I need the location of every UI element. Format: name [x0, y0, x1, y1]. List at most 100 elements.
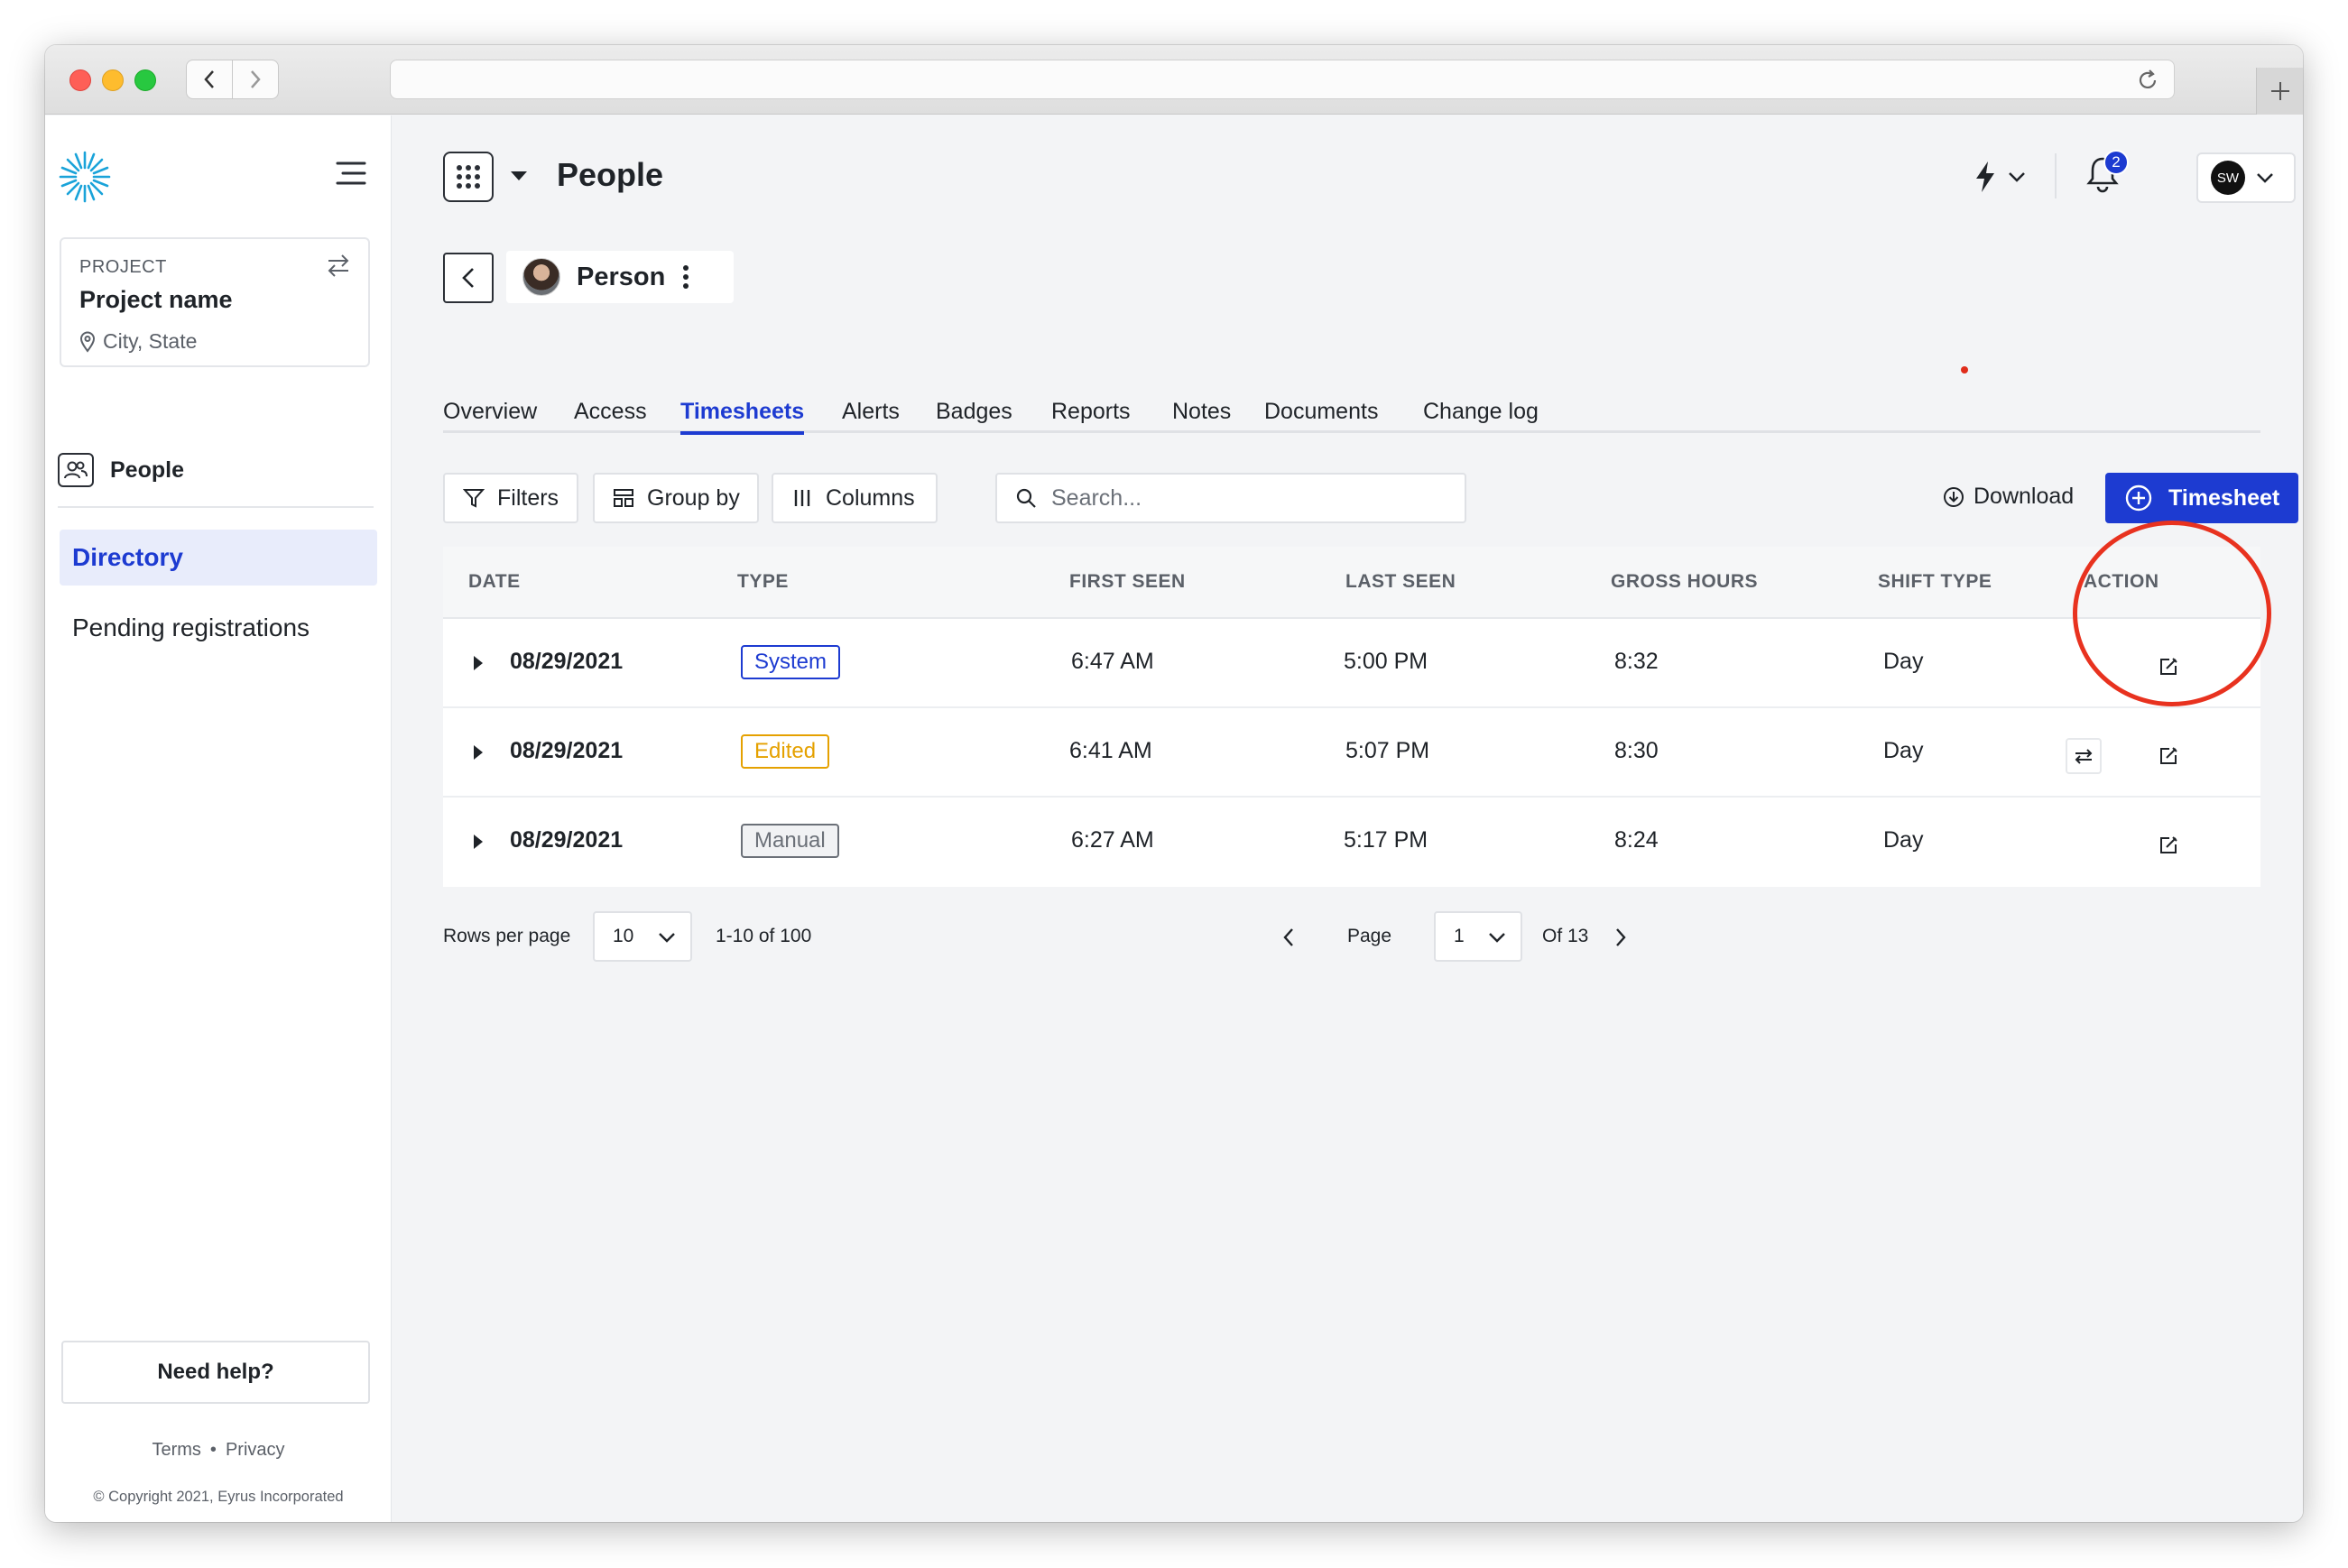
previous-page-icon[interactable] — [1282, 927, 1295, 947]
edit-icon — [2160, 836, 2177, 853]
quick-actions-button[interactable] — [1974, 161, 2026, 193]
filters-button[interactable]: Filters — [443, 473, 578, 523]
tab-alerts[interactable]: Alerts — [842, 399, 900, 425]
grid-icon — [457, 165, 480, 189]
column-header-gross-hours[interactable]: GROSS HOURS — [1611, 571, 1758, 593]
expand-row-icon[interactable] — [472, 654, 485, 672]
red-dot-marker — [1961, 366, 1968, 374]
new-tab-button[interactable] — [2256, 68, 2303, 115]
project-name: Project name — [79, 286, 233, 313]
separator-dot: • — [209, 1440, 217, 1460]
close-window-button[interactable] — [69, 69, 91, 91]
group-by-button[interactable]: Group by — [593, 473, 759, 523]
project-location: City, State — [79, 329, 197, 354]
sidebar-section-label: People — [110, 457, 184, 483]
download-button[interactable]: Download — [1943, 484, 2074, 510]
person-header: Person — [506, 251, 734, 303]
column-header-shift-type[interactable]: SHIFT TYPE — [1878, 571, 1992, 593]
search-field[interactable] — [995, 473, 1466, 523]
swap-icon[interactable] — [325, 252, 352, 279]
table-header: DATE TYPE FIRST SEEN LAST SEEN GROSS HOU… — [443, 547, 2260, 619]
edit-button[interactable] — [2150, 738, 2186, 774]
page-label: Page — [1347, 926, 1392, 946]
menu-icon[interactable] — [336, 161, 366, 186]
swap-icon — [2075, 749, 2093, 764]
add-timesheet-label: Timesheet — [2168, 484, 2280, 511]
chevron-down-icon — [2009, 172, 2025, 182]
project-card[interactable]: PROJECT Project name City, State — [60, 237, 370, 367]
add-timesheet-button[interactable]: Timesheet — [2105, 473, 2298, 523]
column-header-date[interactable]: DATE — [468, 571, 521, 593]
columns-icon — [794, 490, 810, 506]
tab-overview[interactable]: Overview — [443, 399, 537, 425]
sidebar-item-pending-registrations[interactable]: Pending registrations — [72, 613, 310, 642]
column-header-first-seen[interactable]: FIRST SEEN — [1069, 571, 1186, 593]
sidebar-divider — [58, 506, 374, 508]
column-header-last-seen[interactable]: LAST SEEN — [1345, 571, 1456, 593]
user-avatar: SW — [2211, 161, 2245, 195]
app-switcher-button[interactable] — [443, 152, 494, 202]
rows-per-page-select[interactable]: 10 — [593, 911, 692, 962]
columns-label: Columns — [826, 484, 915, 511]
zoom-window-button[interactable] — [134, 69, 156, 91]
browser-window: PROJECT Project name City, State People … — [45, 45, 2303, 1522]
table-row[interactable]: 08/29/2021 Edited 6:41 AM 5:07 PM 8:30 D… — [443, 708, 2260, 798]
page-title: People — [557, 156, 664, 193]
group-icon — [614, 489, 633, 507]
project-label: PROJECT — [79, 257, 167, 277]
location-pin-icon — [79, 331, 96, 353]
tab-timesheets[interactable]: Timesheets — [680, 399, 805, 435]
more-vertical-icon[interactable] — [681, 263, 690, 291]
cell-gross-hours: 8:24 — [1614, 827, 1659, 853]
tab-access[interactable]: Access — [574, 399, 647, 425]
table-row[interactable]: 08/29/2021 System 6:47 AM 5:00 PM 8:32 D… — [443, 619, 2260, 708]
privacy-link[interactable]: Privacy — [226, 1440, 285, 1460]
expand-row-icon[interactable] — [472, 833, 485, 851]
address-bar[interactable] — [390, 60, 2175, 99]
cell-gross-hours: 8:30 — [1614, 738, 1659, 763]
eyrus-logo-icon[interactable] — [58, 150, 112, 204]
edit-button[interactable] — [2150, 827, 2186, 863]
reload-icon[interactable] — [2136, 69, 2159, 92]
column-header-type[interactable]: TYPE — [737, 571, 789, 593]
person-name: Person — [577, 262, 666, 291]
pagination: Rows per page 10 1-10 of 100 Page 1 Of 1… — [443, 911, 2260, 962]
tab-badges[interactable]: Badges — [936, 399, 1012, 425]
rows-per-page-value: 10 — [613, 926, 634, 946]
minimize-window-button[interactable] — [102, 69, 124, 91]
total-pages: Of 13 — [1542, 926, 1589, 946]
chevron-left-icon — [204, 70, 214, 88]
terms-link[interactable]: Terms — [152, 1440, 200, 1460]
chevron-left-icon — [462, 268, 474, 288]
cell-date: 08/29/2021 — [510, 649, 624, 674]
tab-change-log[interactable]: Change log — [1423, 399, 1539, 425]
filter-icon — [463, 489, 485, 508]
person-avatar — [522, 258, 560, 296]
next-page-icon[interactable] — [1614, 927, 1627, 947]
back-button[interactable] — [443, 253, 494, 303]
columns-button[interactable]: Columns — [772, 473, 938, 523]
tab-documents[interactable]: Documents — [1264, 399, 1378, 425]
need-help-button[interactable]: Need help? — [61, 1341, 370, 1404]
table-row[interactable]: 08/29/2021 Manual 6:27 AM 5:17 PM 8:24 D… — [443, 798, 2260, 887]
expand-row-icon[interactable] — [472, 743, 485, 761]
type-badge-system: System — [741, 645, 841, 679]
browser-forward-button[interactable] — [232, 60, 279, 99]
browser-titlebar — [45, 45, 2303, 115]
tab-notes[interactable]: Notes — [1172, 399, 1231, 425]
notification-count-badge: 2 — [2103, 150, 2129, 175]
search-icon — [1016, 488, 1036, 508]
tab-reports[interactable]: Reports — [1051, 399, 1131, 425]
search-input[interactable] — [1051, 484, 1430, 512]
sidebar-item-directory[interactable]: Directory — [60, 530, 377, 586]
sidebar-section-people[interactable]: People — [58, 453, 184, 487]
timesheets-table: DATE TYPE FIRST SEEN LAST SEEN GROSS HOU… — [443, 547, 2260, 887]
browser-back-button[interactable] — [186, 60, 233, 99]
cell-shift-type: Day — [1883, 649, 1924, 674]
add-circle-icon — [2125, 484, 2152, 512]
sidebar: PROJECT Project name City, State People … — [45, 115, 392, 1522]
caret-down-icon[interactable] — [510, 170, 528, 182]
swap-button[interactable] — [2066, 738, 2102, 774]
page-select[interactable]: 1 — [1434, 911, 1522, 962]
user-menu-button[interactable]: SW — [2196, 152, 2296, 203]
